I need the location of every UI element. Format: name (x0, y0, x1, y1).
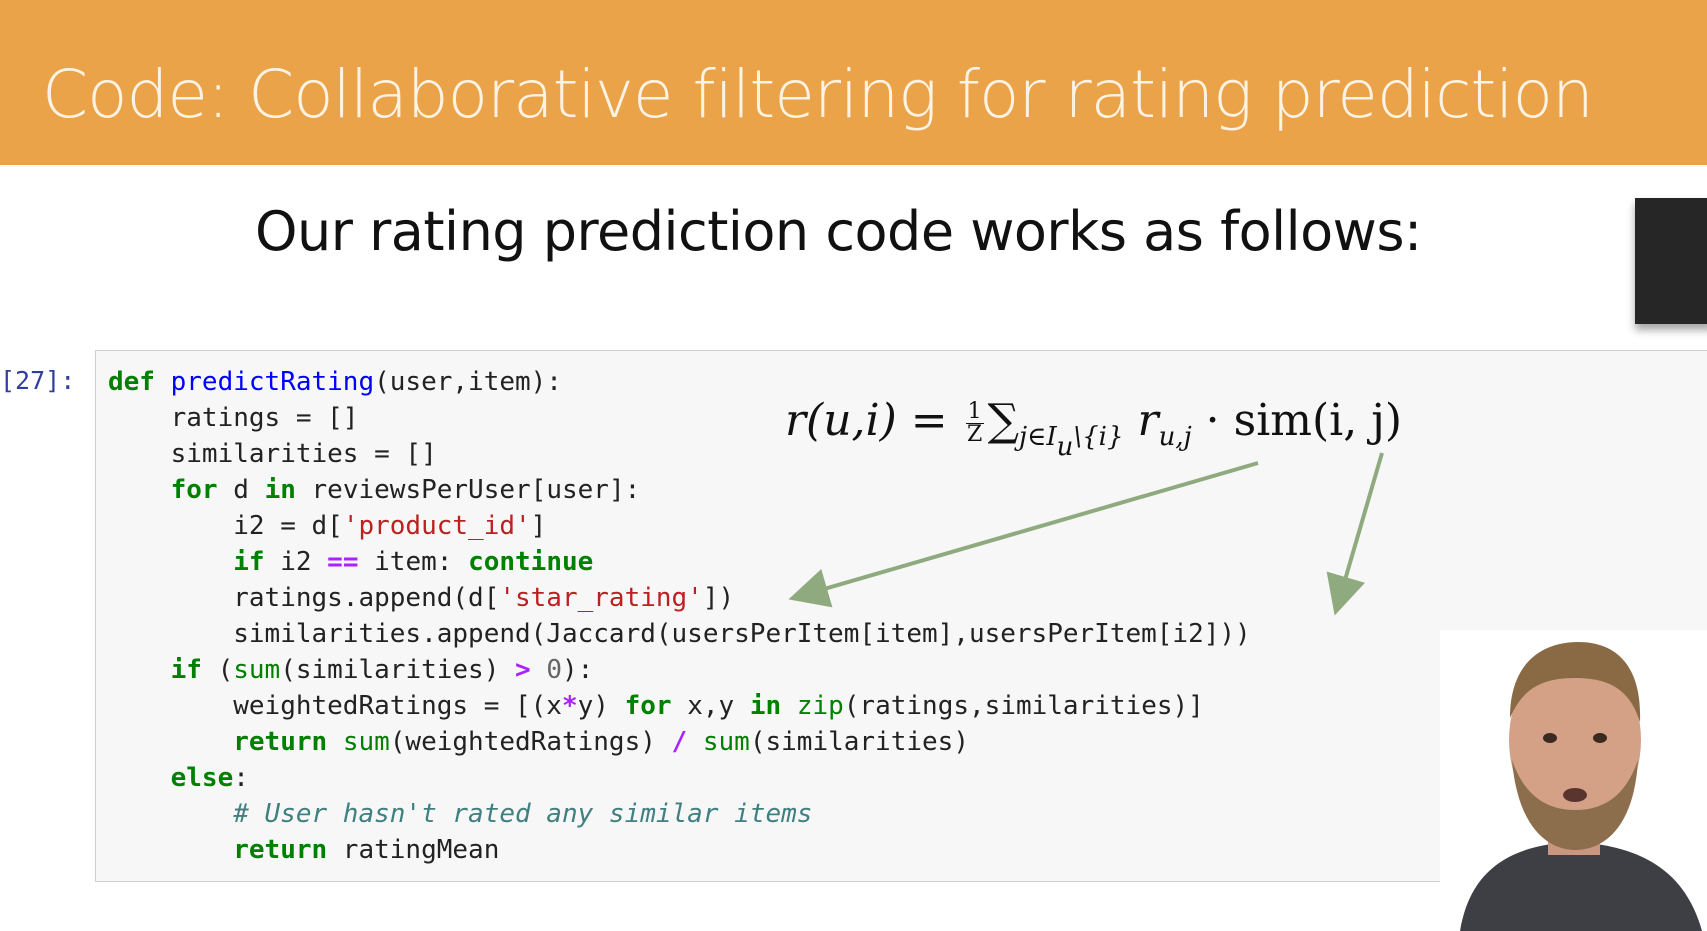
rating-term: ru,j (1137, 395, 1192, 452)
fraction-one-over-z: 1Z (965, 399, 984, 447)
code-line-4: for d in reviewsPerUser[user]: (170, 475, 641, 505)
rating-formula: r(u,i) = 1 Z ∑j∈Iu\{i} ru,j · sim(i, j) (785, 395, 1403, 462)
dark-overlay-box (1635, 198, 1707, 324)
presenter-video (1440, 630, 1707, 931)
code-line-9: if (sum(similarities) > 0): (170, 655, 594, 685)
code-line-7: ratings.append(d['star_rating']) (233, 583, 735, 613)
similarity-term: sim (1233, 395, 1312, 446)
code-line-13: # User hasn't rated any similar items (233, 799, 813, 829)
slide-title: Code: Collaborative filtering for rating… (42, 56, 1594, 133)
code-line-12: else: (170, 763, 249, 793)
code-line-11: return sum(weightedRatings) / sum(simila… (233, 727, 969, 757)
slide-subtitle: Our rating prediction code works as foll… (255, 200, 1422, 263)
code-line-5: i2 = d['product_id'] (233, 511, 547, 541)
code-line-10: weightedRatings = [(x*y) for x,y in zip(… (233, 691, 1204, 721)
cell-prompt: [27]: (0, 366, 76, 395)
code-line-8: similarities.append(Jaccard(usersPerItem… (233, 619, 1251, 649)
code-line-14: return ratingMean (233, 835, 500, 865)
code-line-6: if i2 == item: continue (233, 547, 594, 577)
